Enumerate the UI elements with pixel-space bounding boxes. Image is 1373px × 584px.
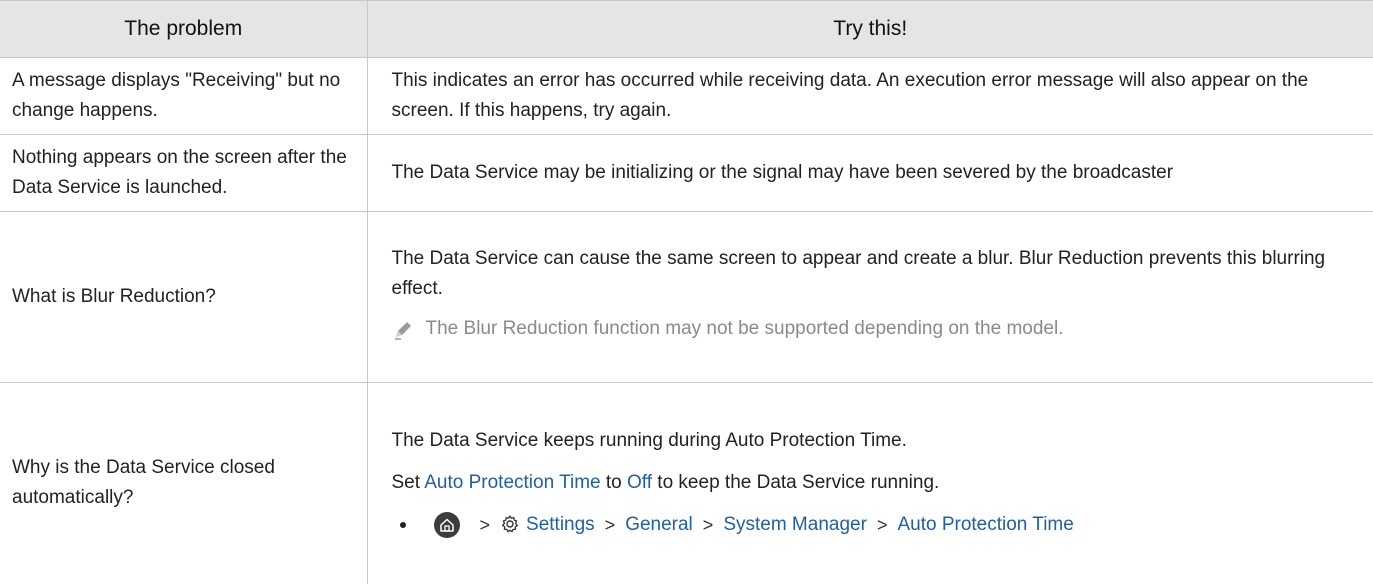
solution-text: The Data Service keeps running during Au… [391, 430, 907, 452]
text-fragment: Set [391, 472, 425, 494]
note: The Blur Reduction function may not be s… [392, 314, 1360, 351]
bullet [399, 522, 406, 529]
solution-text: The Data Service can cause the same scre… [391, 247, 1326, 299]
problem-cell: Nothing appears on the screen after the … [0, 134, 368, 212]
header-problem: The problem [0, 0, 368, 58]
table-row: Why is the Data Service closed automatic… [0, 382, 1373, 584]
home-icon[interactable] [433, 512, 460, 539]
solution-cell: The Data Service keeps running during Au… [367, 383, 1373, 584]
path-separator: > [876, 515, 888, 536]
gear-icon [500, 514, 522, 536]
solution-cell: The Data Service may be initializing or … [367, 134, 1373, 212]
note-text: The Blur Reduction function may not be s… [425, 317, 1064, 339]
table-header-row: The problem Try this! [0, 0, 1373, 58]
path-separator: > [604, 515, 616, 536]
problem-cell: A message displays "Receiving" but no ch… [0, 57, 368, 135]
pencil-icon [392, 319, 418, 351]
path-item-auto-protection-time[interactable]: Auto Protection Time [897, 510, 1073, 540]
table-row: What is Blur Reduction? The Data Service… [0, 211, 1373, 383]
auto-protection-time-link[interactable]: Auto Protection Time [424, 472, 600, 493]
off-link[interactable]: Off [627, 472, 652, 493]
solution-text-2: Set Auto Protection Time to Off to keep … [392, 468, 1360, 498]
path-item-general[interactable]: General [625, 510, 693, 540]
path-item-system-manager[interactable]: System Manager [723, 510, 867, 540]
problem-cell: Why is the Data Service closed automatic… [0, 382, 368, 584]
path-item-settings[interactable]: Settings [526, 510, 595, 540]
header-try-this: Try this! [367, 0, 1373, 58]
table-row: A message displays "Receiving" but no ch… [0, 57, 1373, 135]
solution-cell: The Data Service can cause the same scre… [367, 211, 1373, 383]
text-fragment: to keep the Data Service running. [652, 472, 940, 494]
solution-cell: This indicates an error has occurred whi… [367, 57, 1373, 135]
problem-cell: What is Blur Reduction? [0, 211, 368, 383]
troubleshooting-table: The problem Try this! A message displays… [0, 0, 1373, 584]
path-separator: > [702, 515, 714, 536]
path-separator: > [479, 515, 491, 536]
menu-path: > Settings > General > System Manager > … [392, 510, 1360, 540]
text-fragment: to [600, 472, 628, 494]
table-row: Nothing appears on the screen after the … [0, 134, 1373, 212]
